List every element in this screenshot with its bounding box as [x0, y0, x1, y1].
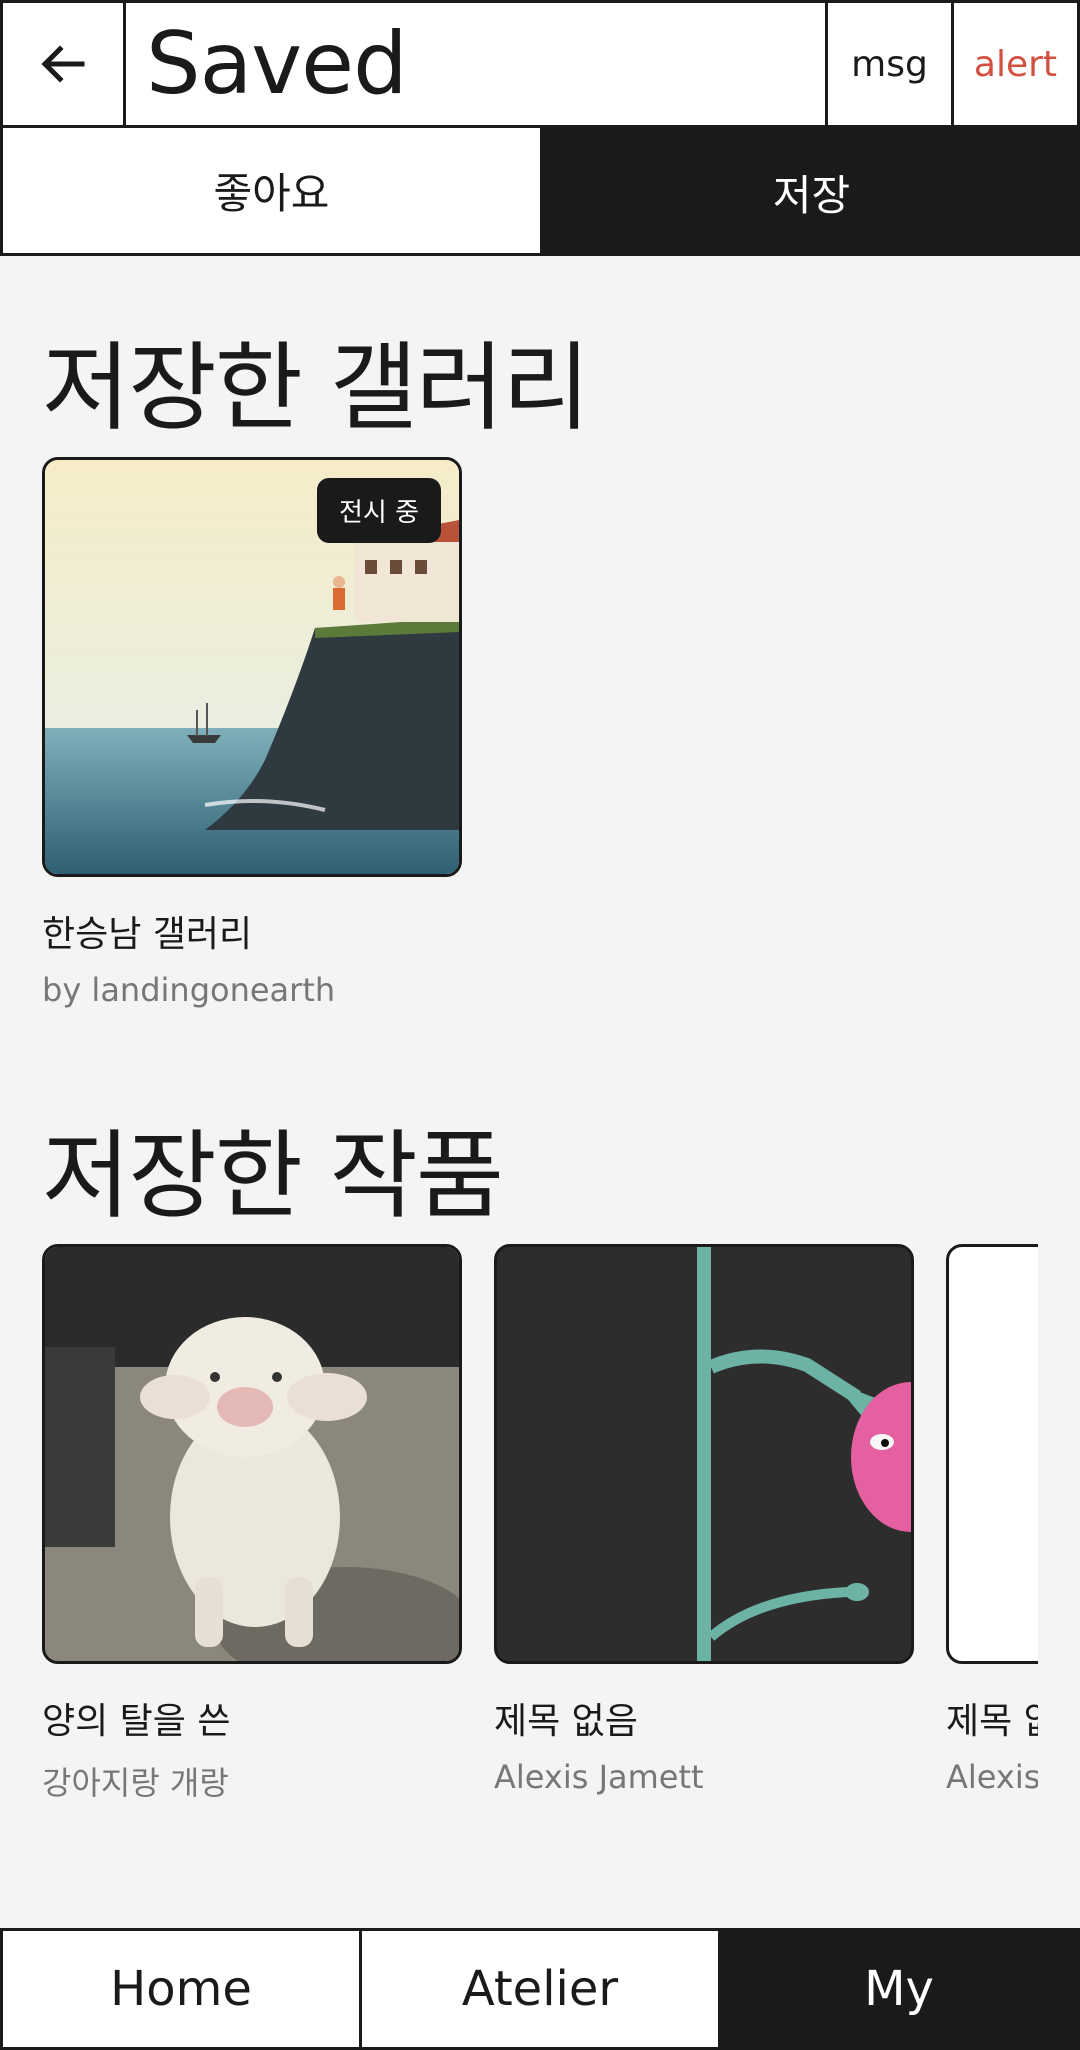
artwork-thumbnail[interactable]: [494, 1244, 914, 1664]
gallery-thumbnail[interactable]: 전시 중: [42, 457, 462, 877]
artwork-image-abstract-flower: [497, 1247, 911, 1661]
gallery-card[interactable]: 전시 중 한승남 갤러리 by landingonearth: [42, 457, 462, 1009]
artwork-artist: Alexis Jamett: [494, 1758, 704, 1796]
bottom-navigation: Home Atelier My: [0, 1928, 1080, 2050]
saved-artworks-carousel[interactable]: 양의 탈을 쓴 강아지랑 개랑 제목 없음 Alexis Jamett 제목 없…: [0, 1244, 1038, 1804]
artwork-artist: 강아지랑 개랑: [42, 1764, 229, 1802]
page-title: Saved: [146, 14, 408, 114]
artwork-thumbnail[interactable]: [946, 1244, 1038, 1664]
nav-my[interactable]: My: [721, 1928, 1080, 2050]
saved-artworks-heading: 저장한 작품: [42, 1120, 504, 1232]
artwork-card[interactable]: 제목 없음 Alexis Jamett: [494, 1244, 914, 1796]
artwork-image-lamb: [45, 1247, 459, 1661]
alerts-button[interactable]: alert: [954, 0, 1080, 125]
saved-galleries-heading: 저장한 갤러리: [42, 332, 590, 444]
tab-saved[interactable]: 저장: [543, 128, 1080, 256]
page-title-container: Saved: [126, 0, 828, 125]
nav-atelier[interactable]: Atelier: [362, 1928, 721, 2050]
gallery-title: 한승남 갤러리: [42, 914, 253, 955]
back-button[interactable]: [0, 0, 126, 125]
artwork-thumbnail[interactable]: [42, 1244, 462, 1664]
artwork-card[interactable]: 제목 없음 Alexis Jamett: [946, 1244, 1038, 1796]
exhibiting-badge: 전시 중: [316, 478, 441, 543]
artwork-artist: Alexis Jamett: [946, 1758, 1038, 1796]
artwork-card[interactable]: 양의 탈을 쓴 강아지랑 개랑: [42, 1244, 462, 1804]
artwork-title: 제목 없음: [494, 1701, 638, 1742]
top-app-bar: Saved msg alert: [0, 0, 1080, 128]
artwork-title: 제목 없음: [946, 1701, 1038, 1742]
messages-button[interactable]: msg: [828, 0, 954, 125]
tab-likes[interactable]: 좋아요: [0, 128, 543, 256]
arrow-left-icon: [41, 45, 85, 83]
gallery-owner: by landingonearth: [42, 971, 336, 1009]
saved-tabs: 좋아요 저장: [0, 128, 1080, 256]
nav-home[interactable]: Home: [0, 1928, 362, 2050]
artwork-title: 양의 탈을 쓴: [42, 1701, 231, 1742]
